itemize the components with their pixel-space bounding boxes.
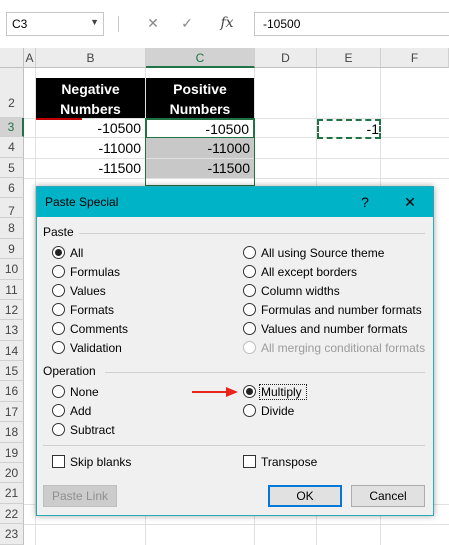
row-header-23[interactable]: 23 [0, 524, 24, 545]
radio-indicator[interactable] [243, 322, 256, 335]
column-header-c[interactable]: C [146, 48, 255, 68]
section-divider [105, 372, 425, 373]
row-header-13[interactable]: 13 [0, 320, 24, 341]
radio-label: All merging conditional formats [261, 341, 426, 355]
column-header-d[interactable]: D [255, 48, 317, 68]
radio-indicator[interactable] [243, 246, 256, 259]
radio-indicator[interactable] [243, 284, 256, 297]
column-header-b[interactable]: B [36, 48, 146, 68]
section-divider [79, 233, 425, 234]
row-header-21[interactable]: 21 [0, 483, 24, 504]
radio-label: Values and number formats [261, 322, 408, 336]
formula-bar-separator [118, 16, 119, 32]
radio-indicator[interactable] [52, 303, 65, 316]
cell-e3[interactable]: -1 [317, 119, 381, 139]
radio-label: Add [70, 404, 92, 418]
paste-special-dialog: Paste Special ? ✕ Paste All Formulas Val… [36, 186, 434, 516]
row-header-12[interactable]: 12 [0, 300, 24, 320]
focus-outline [259, 384, 307, 400]
radio-indicator[interactable] [243, 385, 256, 398]
row-header-14[interactable]: 14 [0, 341, 24, 361]
row-header-20[interactable]: 20 [0, 463, 24, 483]
row-header-6[interactable]: 6 [0, 178, 24, 198]
header-positive-numbers[interactable]: Positive Numbers [146, 78, 254, 118]
row-header-5[interactable]: 5 [0, 158, 24, 178]
grid-line [24, 524, 449, 525]
row-header-2[interactable]: 2 [0, 68, 24, 118]
row-header-18[interactable]: 18 [0, 422, 24, 443]
radio-label: All using Source theme [261, 246, 385, 260]
ok-button[interactable]: OK [268, 485, 342, 507]
red-arrow-icon [192, 387, 238, 397]
operation-section-label: Operation [43, 364, 96, 378]
radio-indicator[interactable] [52, 423, 65, 436]
row-header-17[interactable]: 17 [0, 402, 24, 422]
help-button[interactable]: ? [350, 191, 380, 213]
chevron-down-icon[interactable]: ▼ [90, 17, 99, 27]
checkbox-indicator[interactable] [52, 455, 65, 468]
insert-function-icon[interactable]: fx [214, 13, 240, 33]
cell-b5[interactable]: -11500 [36, 159, 145, 178]
row-header-16[interactable]: 16 [0, 381, 24, 402]
close-button[interactable]: ✕ [395, 191, 425, 213]
row-header-9[interactable]: 9 [0, 239, 24, 259]
name-box[interactable]: C3 ▼ [6, 12, 104, 36]
radio-indicator[interactable] [243, 303, 256, 316]
enter-icon[interactable]: ✓ [174, 13, 200, 33]
radio-label: None [70, 385, 99, 399]
header-negative-numbers[interactable]: Negative Numbers [36, 78, 145, 118]
row-header-11[interactable]: 11 [0, 280, 24, 300]
radio-indicator[interactable] [243, 404, 256, 417]
radio-label: Formats [70, 303, 115, 317]
cancel-button[interactable]: Cancel [351, 485, 425, 507]
column-header-a[interactable]: A [24, 48, 36, 68]
column-header-f[interactable]: F [381, 48, 449, 68]
cell-b4[interactable]: -11000 [36, 138, 145, 158]
row-header-19[interactable]: 19 [0, 443, 24, 463]
radio-label: Validation [70, 341, 122, 355]
radio-indicator[interactable] [52, 341, 65, 354]
radio-label: Values [70, 284, 106, 298]
formula-bar: C3 ▼ ✕ ✓ fx -10500 [0, 0, 449, 49]
radio-indicator[interactable] [52, 322, 65, 335]
dialog-title: Paste Special [45, 195, 119, 209]
section-divider [43, 445, 425, 446]
row-header-4[interactable]: 4 [0, 137, 24, 158]
row-header-3[interactable]: 3 [0, 118, 24, 137]
cancel-icon[interactable]: ✕ [140, 13, 166, 33]
name-box-value: C3 [12, 17, 28, 31]
radio-label: All [70, 246, 84, 260]
select-all-corner[interactable] [0, 48, 24, 68]
radio-indicator[interactable] [52, 265, 65, 278]
row-header-7[interactable]: 7 [0, 198, 24, 218]
row-header-8[interactable]: 8 [0, 218, 24, 239]
radio-indicator[interactable] [243, 265, 256, 278]
checkbox-label: Transpose [261, 455, 318, 469]
column-header-e[interactable]: E [317, 48, 381, 68]
radio-label: Formulas [70, 265, 121, 279]
paste-link-button[interactable]: Paste Link [43, 485, 117, 507]
radio-label: Divide [261, 404, 295, 418]
cell-b3[interactable]: -10500 [36, 119, 145, 138]
radio-indicator[interactable] [52, 246, 65, 259]
dialog-title-bar: Paste Special ? ✕ [37, 187, 433, 217]
paste-section-label: Paste [43, 225, 74, 239]
formula-value: -10500 [263, 17, 301, 31]
formula-input[interactable]: -10500 [254, 12, 449, 36]
selection-range [145, 118, 255, 186]
checkbox-label: Skip blanks [70, 455, 132, 469]
radio-indicator [243, 341, 256, 354]
row-header-15[interactable]: 15 [0, 361, 24, 381]
radio-label: Subtract [70, 423, 115, 437]
radio-indicator[interactable] [52, 385, 65, 398]
radio-label: Comments [70, 322, 129, 336]
radio-indicator[interactable] [52, 284, 65, 297]
row-header-10[interactable]: 10 [0, 259, 24, 280]
radio-label: All except borders [261, 265, 358, 279]
radio-label: Formulas and number formats [261, 303, 422, 317]
checkbox-indicator[interactable] [243, 455, 256, 468]
radio-indicator[interactable] [52, 404, 65, 417]
radio-label: Column widths [261, 284, 340, 298]
row-header-22[interactable]: 22 [0, 504, 24, 524]
